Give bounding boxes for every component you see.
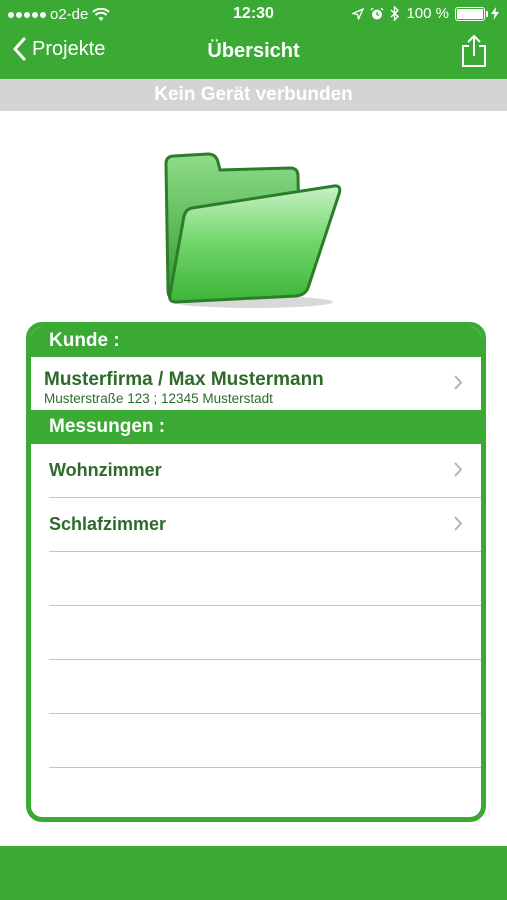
share-button[interactable] [461, 34, 487, 73]
chevron-right-icon [454, 516, 463, 531]
measurement-item-schlafzimmer[interactable]: Schlafzimmer [49, 498, 481, 552]
measurement-item-wohnzimmer[interactable]: Wohnzimmer [49, 444, 481, 498]
bottom-toolbar [0, 846, 507, 900]
chevron-right-icon [454, 375, 463, 390]
customer-address: Musterstraße 123 ; 12345 Musterstadt [44, 391, 273, 406]
measurement-label: Wohnzimmer [49, 460, 162, 480]
battery-icon [455, 6, 488, 21]
share-icon [462, 34, 486, 67]
connection-status-banner: Kein Gerät verbunden [0, 79, 507, 111]
battery-percent: 100 % [406, 5, 449, 22]
bluetooth-icon [390, 6, 400, 21]
measurement-label: Schlafzimmer [49, 514, 167, 534]
customer-section-header: Kunde : [31, 327, 481, 357]
chevron-right-icon [454, 462, 463, 477]
empty-row [49, 606, 481, 660]
customer-row[interactable]: Musterfirma / Max Mustermann Musterstraß… [31, 357, 481, 410]
project-overview-card: Kunde : Musterfirma / Max Mustermann Mus… [26, 322, 486, 822]
location-icon [352, 7, 365, 20]
empty-row [49, 660, 481, 714]
status-bar: o2-de 12:30 100 % [0, 0, 507, 28]
navigation-bar: Projekte Übersicht [0, 28, 507, 79]
empty-row [49, 552, 481, 606]
page-title: Übersicht [207, 40, 300, 62]
status-right: 100 % [352, 5, 499, 22]
empty-row [49, 714, 481, 768]
alarm-icon [370, 6, 384, 19]
charging-icon [491, 7, 499, 20]
folder-icon [164, 152, 342, 308]
top-bar: o2-de 12:30 100 % Projekte Übersicht [0, 0, 507, 79]
measurements-section-header: Messungen : [31, 410, 481, 444]
customer-name: Musterfirma / Max Mustermann [44, 369, 324, 390]
